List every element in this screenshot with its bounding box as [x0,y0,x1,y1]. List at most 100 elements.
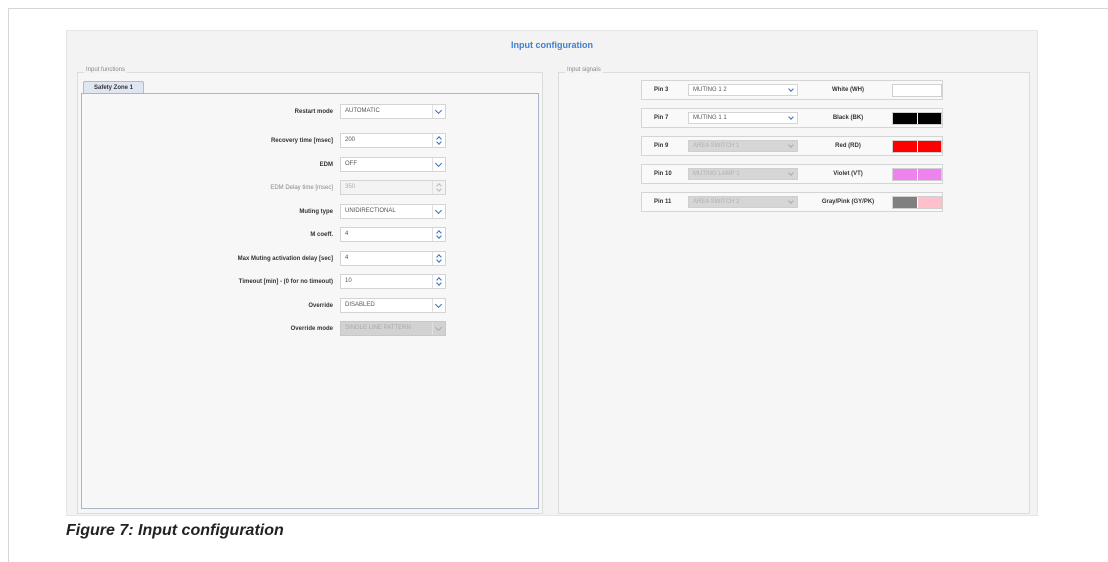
wire-color-swatch [892,112,942,125]
spinner-buttons[interactable] [432,275,445,288]
input-signals-legend: Input signals [565,67,603,73]
form-row-edm: EDM OFF [82,157,538,173]
field-label: Override [308,303,333,309]
pin-10-signal-select: MUTING LAMP 1 [688,168,798,180]
color-swatch-half [916,197,941,208]
signal-row-pin-9: Pin 9 AREA SWITCH 1 Red (RD) [641,136,943,156]
chevron-down-icon [788,198,794,204]
form-row-muting-type: Muting type UNIDIRECTIONAL [82,204,538,220]
form-row-max-muting-activation-delay-sec: Max Muting activation delay [sec] 4 [82,251,538,267]
dropdown-button[interactable] [432,105,445,118]
signal-row-pin-3: Pin 3 MUTING 1 2 White (WH) [641,80,943,100]
field-value: UNIDIRECTIONAL [345,208,396,214]
signal-value: AREA SWITCH 2 [693,199,740,205]
pin-label: Pin 7 [654,115,669,121]
chevron-down-icon[interactable] [436,139,442,145]
chevron-down-icon [434,206,443,215]
field-label: Override mode [290,326,333,332]
dropdown-button [432,322,445,335]
chevron-down-icon [788,142,794,148]
color-swatch-half [893,85,917,96]
form-row-restart-mode: Restart mode AUTOMATIC [82,104,538,120]
chevron-down-icon [788,86,794,92]
chevron-down-icon [434,159,443,168]
wire-color-label: Red (RD) [835,143,861,149]
pin-11-signal-select: AREA SWITCH 2 [688,196,798,208]
signal-value: MUTING LAMP 1 [693,171,740,177]
m-coeff-spinner[interactable]: 4 [340,227,446,242]
signal-value: MUTING 1 1 [693,115,727,121]
field-value: DISABLED [345,302,375,308]
signal-row-pin-11: Pin 11 AREA SWITCH 2 Gray/Pink (GY/PK) [641,192,943,212]
recovery-time-msec-spinner[interactable]: 200 [340,133,446,148]
wire-color-label: Black (BK) [832,115,864,121]
dropdown-button[interactable] [432,299,445,312]
field-label: Recovery time [msec] [270,138,333,144]
wire-color-swatch [892,140,942,153]
spinner-buttons[interactable] [432,252,445,265]
input-functions-group: Input functions Safety Zone 1 Restart mo… [77,67,543,514]
color-swatch-half [916,113,941,124]
field-value: OFF [345,161,357,167]
field-value: 200 [345,137,356,143]
chevron-down-icon [434,300,443,309]
signal-value: AREA SWITCH 1 [693,143,740,149]
field-value: 10 [345,278,352,284]
field-value: 4 [345,231,349,237]
color-swatch-half [893,197,917,208]
signal-row-pin-10: Pin 10 MUTING LAMP 1 Violet (VT) [641,164,943,184]
page-border [8,8,9,562]
pin-3-signal-select[interactable]: MUTING 1 2 [688,84,798,96]
chevron-down-icon [434,323,443,332]
pin-7-signal-select[interactable]: MUTING 1 1 [688,112,798,124]
input-configuration-window: Input configuration Input functions Safe… [66,30,1038,516]
dropdown-button[interactable] [432,205,445,218]
chevron-down-icon [436,186,442,192]
field-label: EDM Delay time [msec] [270,185,333,191]
spinner-buttons [432,181,445,194]
chevron-down-icon [788,170,794,176]
form-row-edm-delay-time-msec: EDM Delay time [msec] 350 [82,180,538,196]
field-value: SINGLE LINE PATTERN [345,325,411,331]
figure-caption: Figure 7: Input configuration [66,522,284,539]
pin-label: Pin 9 [654,143,669,149]
muting-type-select[interactable]: UNIDIRECTIONAL [340,204,446,219]
wire-color-swatch [892,196,942,209]
signal-value: MUTING 1 2 [693,87,727,93]
form-row-timeout-min-0-for-no-timeout: Timeout [min] - (0 for no timeout) 10 [82,274,538,290]
field-value: AUTOMATIC [345,108,380,114]
restart-mode-select[interactable]: AUTOMATIC [340,104,446,119]
field-label: Timeout [min] - (0 for no timeout) [238,279,333,285]
chevron-down-icon[interactable] [436,257,442,263]
wire-color-swatch [892,168,942,181]
edm-select[interactable]: OFF [340,157,446,172]
signal-row-pin-7: Pin 7 MUTING 1 1 Black (BK) [641,108,943,128]
pin-label: Pin 10 [654,171,672,177]
wire-color-swatch [892,84,942,97]
timeout-min-0-for-no-timeout-spinner[interactable]: 10 [340,274,446,289]
spinner-buttons[interactable] [432,228,445,241]
field-label: M coeff. [310,232,333,238]
override-mode-select: SINGLE LINE PATTERN [340,321,446,336]
color-swatch-half [916,169,941,180]
color-swatch-half [916,141,941,152]
color-swatch-half [893,113,917,124]
input-functions-legend: Input functions [84,67,128,73]
form-row-override-mode: Override mode SINGLE LINE PATTERN [82,321,538,337]
field-value: 350 [345,184,356,190]
wire-color-label: White (WH) [832,87,864,93]
spinner-buttons[interactable] [432,134,445,147]
wire-color-label: Gray/Pink (GY/PK) [821,199,875,205]
override-select[interactable]: DISABLED [340,298,446,313]
color-swatch-half [916,85,941,96]
dropdown-button[interactable] [432,158,445,171]
chevron-down-icon[interactable] [436,280,442,286]
pin-label: Pin 11 [654,199,672,205]
chevron-down-icon [788,114,794,120]
chevron-down-icon[interactable] [436,233,442,239]
max-muting-activation-delay-sec-spinner[interactable]: 4 [340,251,446,266]
field-value: 4 [345,255,349,261]
form-row-override: Override DISABLED [82,298,538,314]
color-swatch-half [893,169,917,180]
pin-9-signal-select: AREA SWITCH 1 [688,140,798,152]
